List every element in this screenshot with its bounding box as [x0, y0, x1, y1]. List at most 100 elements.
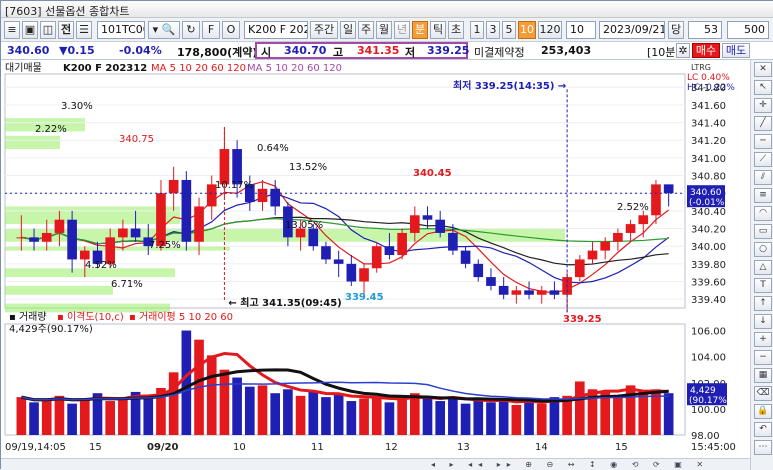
interval-3[interactable]: 3: [486, 21, 500, 39]
candle-chart-svg[interactable]: 대기매물 K200 F 202312 MA 5 10 20 60 120 MA 5 1…: [1, 60, 750, 458]
interval-10[interactable]: 10: [518, 21, 536, 39]
code-input[interactable]: 101TC000: [97, 21, 145, 39]
candle-body: [308, 228, 319, 247]
tool-line-icon[interactable]: ╱: [754, 116, 772, 131]
volume-bar: [244, 386, 255, 435]
x-axis-label: 10: [233, 442, 246, 453]
time-label: 15:45:00: [691, 442, 736, 453]
volume-bar: [663, 393, 674, 435]
options-icon[interactable]: O: [222, 21, 240, 39]
x-axis-label: 11: [311, 442, 324, 453]
code-search-button[interactable]: ▾ 🔍: [148, 21, 180, 39]
right-toolbar: ✕ ↖ ✛ ╱ ─ ⟋ ⫽ ≡ ◠ ▭ ○ △ T ↑ ↓ + − ▦ ⌫ 🔒 …: [750, 60, 773, 470]
scroll-controls[interactable]: ◂ ▸ ◂◂ ▸▸ ⊕ ⊖ ↔ ↕ ◉ ⟲ ⟳ ▣ ✕: [431, 460, 709, 469]
tool-text-icon[interactable]: T: [754, 278, 772, 293]
tool-hline-icon[interactable]: ─: [754, 134, 772, 149]
tool-undo-icon[interactable]: ↶: [754, 422, 772, 437]
settings-icon[interactable]: ✲: [676, 43, 690, 58]
volume-bar: [409, 393, 420, 435]
tool-arrow-down-icon[interactable]: ↓: [754, 314, 772, 329]
tool-more-icon[interactable]: ⋯: [754, 440, 772, 455]
current-button[interactable]: 당: [668, 21, 684, 39]
volume-bar: [143, 395, 154, 435]
volume-bar: [473, 399, 484, 435]
chart-area[interactable]: 대기매물 K200 F 202312 MA 5 10 20 60 120 MA 5 1…: [1, 60, 750, 458]
volume-bar: [511, 404, 522, 435]
interval-5[interactable]: 5: [502, 21, 516, 39]
tool-triangle-icon[interactable]: △: [754, 260, 772, 275]
period-second[interactable]: 초: [448, 21, 464, 39]
volume-bar: [435, 401, 446, 435]
open-label: 시: [261, 46, 272, 59]
tool-arc-icon[interactable]: ◠: [754, 206, 772, 221]
interval-120[interactable]: 120: [538, 21, 562, 39]
tool-cursor-icon[interactable]: ↖: [754, 80, 772, 95]
refresh-icon[interactable]: ↻: [182, 21, 200, 39]
sell-button[interactable]: 매도: [722, 43, 750, 58]
symbol-name: K200 F 2023: [244, 21, 308, 39]
period-minute[interactable]: 분: [412, 21, 428, 39]
pct-label: 2.52%: [617, 202, 649, 213]
candle-body: [409, 215, 420, 233]
tool-trend-icon[interactable]: ⟋: [754, 152, 772, 167]
candle-body: [448, 232, 458, 251]
current-price-tag-label: 340.60: [690, 188, 722, 198]
volume-bar: [283, 389, 293, 435]
candle-body: [54, 219, 65, 233]
tool-rect-icon[interactable]: ▭: [754, 224, 772, 239]
period-year[interactable]: 년: [394, 21, 410, 39]
count-input[interactable]: 53: [688, 21, 722, 39]
value-label-high2: 340.45: [413, 168, 452, 179]
volume-tick-label: 100.00: [691, 405, 726, 416]
interval-select[interactable]: 10: [566, 21, 596, 39]
volume-bar: [384, 402, 395, 435]
candle-body: [435, 219, 446, 233]
window-icon[interactable]: ▣: [22, 21, 38, 39]
tool-lock-icon[interactable]: 🔒: [754, 404, 772, 419]
pct-label: 13.52%: [289, 162, 327, 173]
price-tick-label: 340.80: [691, 172, 726, 183]
tool-arrow-up-icon[interactable]: ↑: [754, 296, 772, 311]
price-tick-label: 340.00: [691, 242, 726, 253]
bottom-toolbar: ◂ ▸ ◂◂ ▸▸ ⊕ ⊖ ↔ ↕ ◉ ⟲ ⟳ ▣ ✕: [1, 458, 750, 470]
chart-icon[interactable]: ◫: [40, 21, 56, 39]
tool-close-icon[interactable]: ✕: [754, 62, 772, 77]
buy-button[interactable]: 매수: [692, 43, 720, 58]
menu-icon[interactable]: ≡: [4, 21, 20, 39]
period-weekly[interactable]: 주간: [310, 21, 338, 39]
candle-body: [511, 290, 522, 295]
period-month[interactable]: 월: [376, 21, 392, 39]
tool-circle-icon[interactable]: ○: [754, 242, 772, 257]
max-count-input[interactable]: 500: [727, 21, 769, 39]
candle-body: [587, 250, 598, 260]
all-button[interactable]: 전: [58, 21, 74, 39]
price-tick-label: 339.80: [691, 260, 726, 271]
volume-current-pct: (90.17%): [689, 396, 730, 406]
ratio-ma-label: ▪ 거래이평 5 10 20 60: [129, 311, 233, 323]
candle-body: [181, 179, 192, 242]
date-input[interactable]: 2023/09/21: [599, 21, 665, 39]
x-axis-label: 09/19,14:05: [5, 442, 66, 453]
pct-label: 13.05%: [285, 220, 323, 231]
volume-bar: [16, 397, 27, 435]
tool-channel-icon[interactable]: ⫽: [754, 170, 772, 185]
tool-zoom-in-icon[interactable]: +: [754, 332, 772, 347]
period-day[interactable]: 일: [340, 21, 356, 39]
futures-icon[interactable]: F: [202, 21, 220, 39]
candle-body: [384, 246, 395, 256]
ma2-label: MA 5 10 20 60 120: [247, 63, 342, 74]
volume-bar: [371, 395, 382, 435]
period-tick[interactable]: 틱: [430, 21, 446, 39]
period-week[interactable]: 주: [358, 21, 374, 39]
volume-current-value: 4,429: [690, 386, 716, 396]
list-icon[interactable]: ☰: [76, 21, 92, 39]
volume-bar: [333, 394, 344, 435]
volume-bar: [498, 398, 509, 435]
candle-body: [346, 263, 357, 282]
interval-1[interactable]: 1: [470, 21, 484, 39]
tool-cross-icon[interactable]: ✛: [754, 98, 772, 113]
tool-grid-icon[interactable]: ▦: [754, 368, 772, 383]
tool-eraser-icon[interactable]: ⌫: [754, 386, 772, 401]
tool-zoom-out-icon[interactable]: −: [754, 350, 772, 365]
tool-fib-icon[interactable]: ≡: [754, 188, 772, 203]
